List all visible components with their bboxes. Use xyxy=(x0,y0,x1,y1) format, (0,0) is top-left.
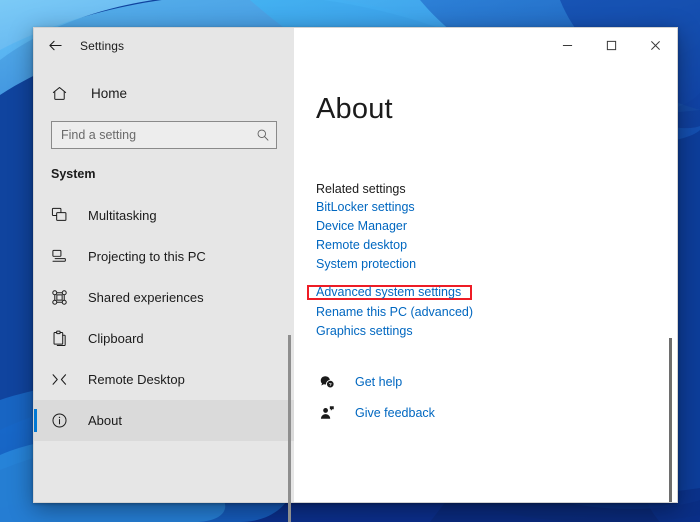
maximize-icon xyxy=(606,40,616,51)
sidebar-item-home[interactable]: Home xyxy=(34,75,294,111)
sidebar-home-label: Home xyxy=(91,85,128,101)
sidebar-item-label: Remote Desktop xyxy=(88,372,185,387)
sidebar-item-label: Shared experiences xyxy=(88,290,204,305)
search-box[interactable] xyxy=(51,121,277,149)
sidebar-item-multitasking[interactable]: Multitasking xyxy=(34,195,294,236)
shared-experiences-icon xyxy=(51,289,73,306)
remote-desktop-icon xyxy=(51,371,73,388)
sidebar-item-label: Projecting to this PC xyxy=(88,249,206,264)
support-block: ? Get help Give feedback xyxy=(316,374,677,421)
back-button[interactable] xyxy=(34,28,76,63)
link-row: Graphics settings xyxy=(316,324,413,338)
sidebar-item-projecting-to-this-pc[interactable]: Projecting to this PC xyxy=(34,236,294,277)
back-arrow-icon xyxy=(48,40,62,51)
give-feedback-row[interactable]: Give feedback xyxy=(316,405,677,421)
settings-window: Settings Home Find a setting System Mult… xyxy=(33,27,678,522)
home-icon xyxy=(51,85,73,102)
sidebar-item-about[interactable]: About xyxy=(34,400,294,441)
title-bar-left: Settings xyxy=(34,28,294,63)
related-settings-heading: Related settings xyxy=(316,182,406,196)
give-feedback-icon xyxy=(316,405,338,421)
get-help-label: Get help xyxy=(355,375,403,389)
sidebar-item-clipboard[interactable]: Clipboard xyxy=(34,318,294,359)
close-button[interactable] xyxy=(633,28,677,63)
info-circle-icon xyxy=(51,412,73,429)
projector-icon xyxy=(51,248,73,265)
close-icon xyxy=(650,41,660,50)
svg-text:?: ? xyxy=(329,382,332,388)
search-icon xyxy=(256,128,270,142)
clipboard-icon xyxy=(51,330,73,347)
content-pane: About Related settings BitLocker setting… xyxy=(294,63,677,502)
related-links-list: BitLocker settings Device Manager Remote… xyxy=(307,201,677,350)
sidebar-item-label: Clipboard xyxy=(88,331,144,346)
annotation-highlight-box: Advanced system settings xyxy=(307,285,473,312)
title-bar: Settings xyxy=(34,28,677,63)
search-container xyxy=(34,121,294,149)
minimize-button[interactable] xyxy=(545,28,589,63)
window-body: Home System xyxy=(34,63,677,522)
window-controls xyxy=(545,28,677,63)
give-feedback-label: Give feedback xyxy=(355,406,435,420)
content-scrollbar-thumb[interactable] xyxy=(669,338,672,502)
link-advanced-system-settings[interactable]: Advanced system settings xyxy=(307,285,473,300)
sidebar: Home System xyxy=(34,63,294,522)
sidebar-item-remote-desktop[interactable]: Remote Desktop xyxy=(34,359,294,400)
minimize-icon xyxy=(562,44,572,47)
search-input[interactable] xyxy=(61,128,256,142)
sidebar-item-label: Multitasking xyxy=(88,208,157,223)
get-help-row[interactable]: ? Get help xyxy=(316,374,677,390)
link-row: System protection xyxy=(316,257,417,271)
sidebar-scrollbar-thumb[interactable] xyxy=(288,335,291,522)
sidebar-item-label: About xyxy=(88,413,122,428)
app-title: Settings xyxy=(80,38,125,53)
sidebar-section-title: System xyxy=(51,167,96,181)
sidebar-nav-list: Multitasking Projecting to this PC Share… xyxy=(34,195,294,502)
multitasking-icon xyxy=(51,207,73,224)
maximize-button[interactable] xyxy=(589,28,633,63)
desktop-background: Settings Home Find a setting System Mult… xyxy=(0,0,700,522)
sidebar-item-shared-experiences[interactable]: Shared experiences xyxy=(34,277,294,318)
get-help-icon: ? xyxy=(316,374,338,390)
page-title: About xyxy=(316,93,393,125)
